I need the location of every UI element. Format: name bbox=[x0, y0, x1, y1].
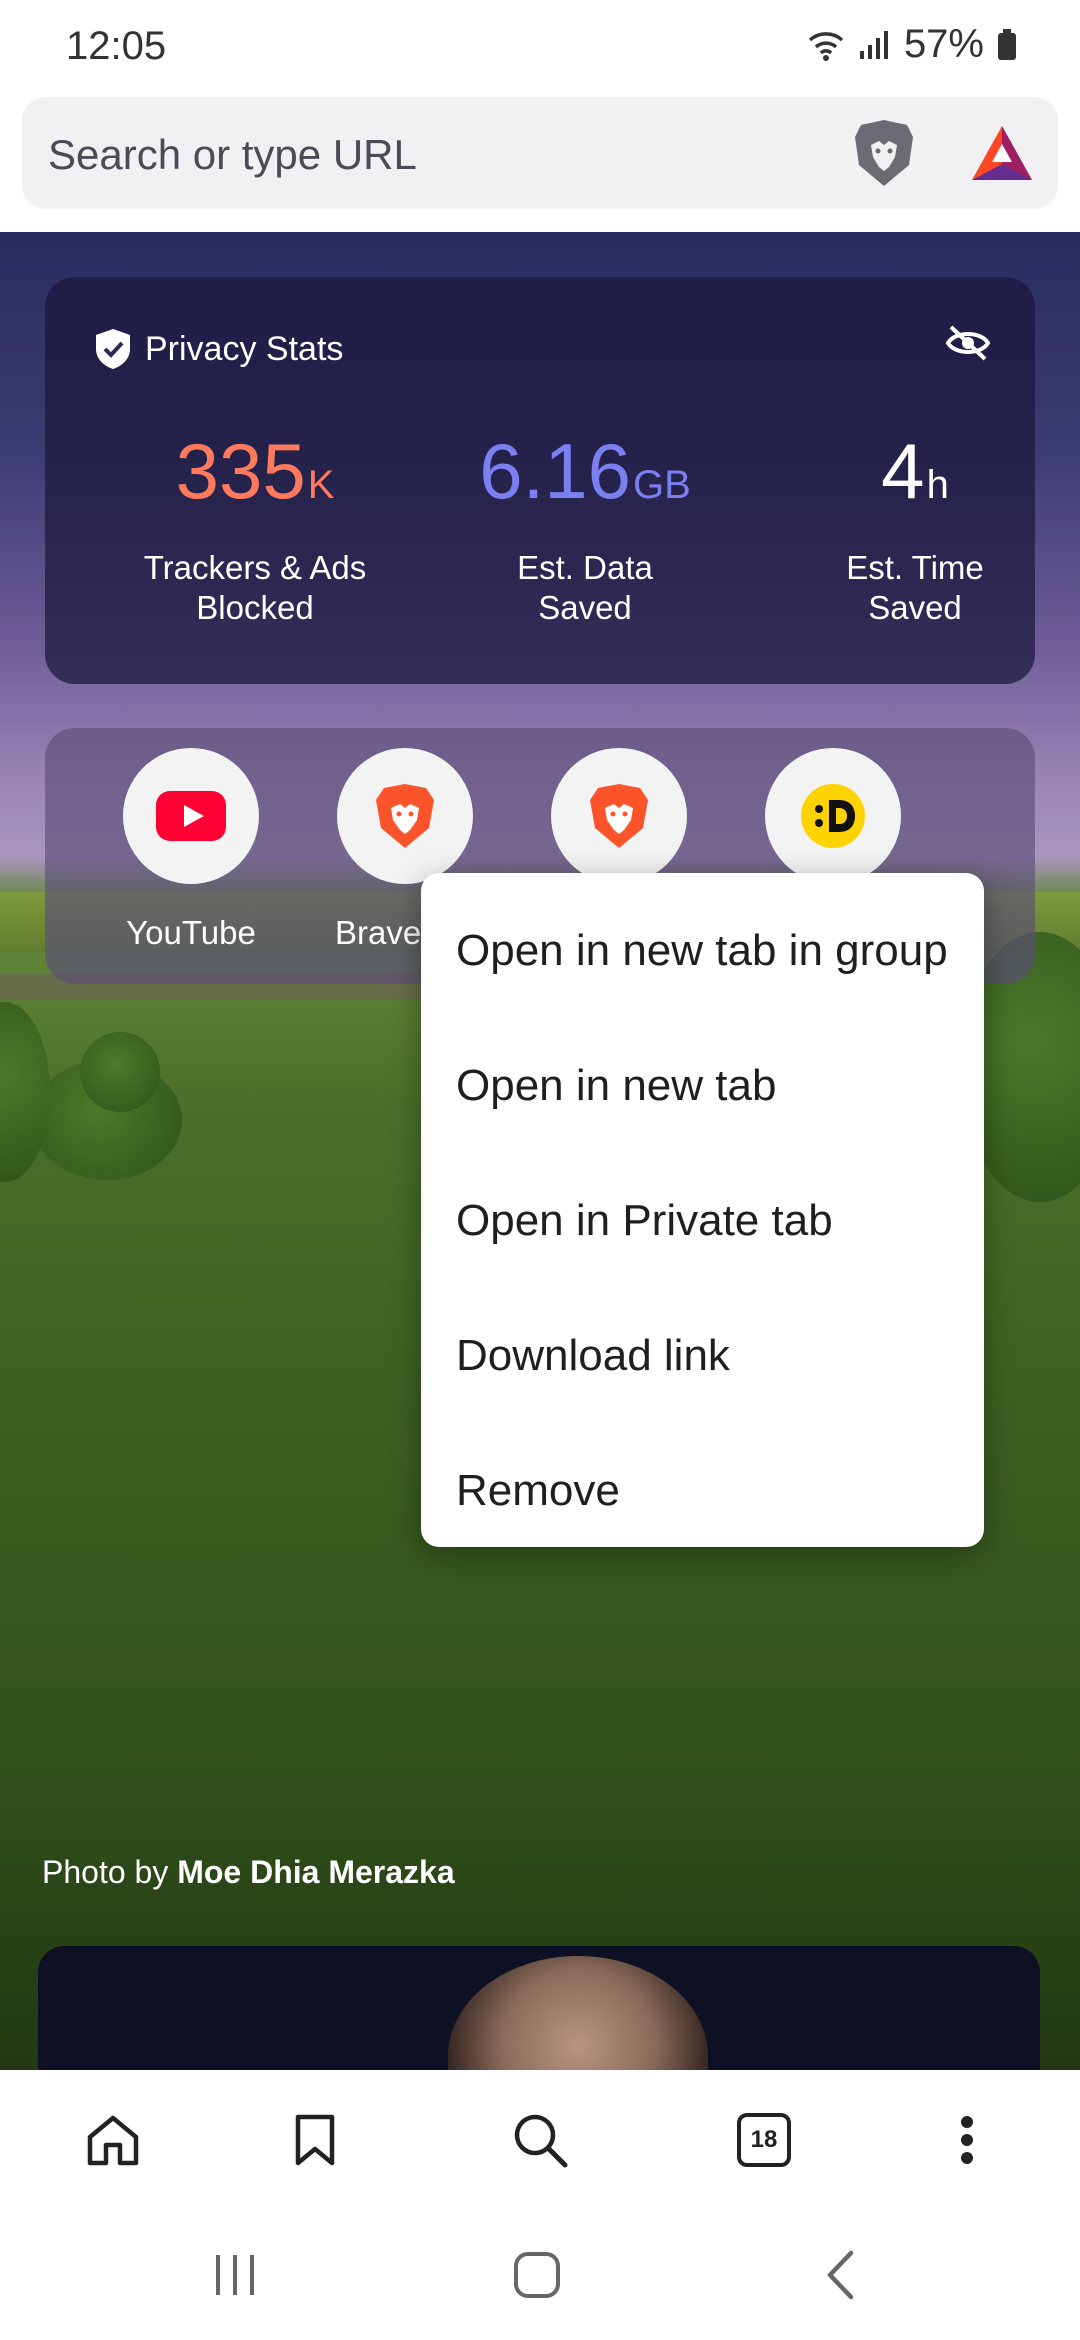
privacy-stats-card[interactable]: Privacy Stats 335 K Trackers & Ads Blocke… bbox=[45, 277, 1035, 684]
bookmarks-button[interactable] bbox=[265, 2090, 365, 2190]
privacy-stats-header: Privacy Stats bbox=[93, 327, 343, 371]
stat-trackers-blocked: 335 K Trackers & Ads Blocked bbox=[90, 432, 420, 628]
home-icon bbox=[87, 2115, 139, 2166]
url-input[interactable]: Search or type URL bbox=[48, 131, 417, 179]
battery-icon bbox=[998, 28, 1016, 60]
brave-lion-icon bbox=[590, 784, 648, 848]
stat-label: Est. Time Saved bbox=[846, 549, 984, 626]
shield-check-icon bbox=[96, 329, 130, 369]
system-nav-bar bbox=[0, 2205, 1080, 2340]
context-menu: Open in new tab in group Open in new tab… bbox=[421, 873, 984, 1547]
stat-number: 335 bbox=[175, 427, 306, 515]
photo-credit-prefix: Photo by bbox=[42, 1854, 178, 1890]
top-site-brave-2[interactable] bbox=[519, 748, 719, 884]
back-button[interactable] bbox=[780, 2230, 900, 2320]
battery-percent: 57% bbox=[903, 22, 984, 66]
more-vert-icon bbox=[961, 2116, 973, 2164]
stat-value: 6.16 GB bbox=[420, 432, 750, 510]
brave-lion-icon bbox=[376, 784, 434, 848]
stat-number: 6.16 bbox=[479, 427, 631, 515]
bookmark-icon bbox=[295, 2114, 335, 2166]
privacy-stats-title: Privacy Stats bbox=[145, 329, 344, 368]
status-time: 12:05 bbox=[66, 24, 167, 68]
tab-count: 18 bbox=[737, 2113, 791, 2167]
home-button[interactable] bbox=[63, 2090, 163, 2190]
home-nav-icon bbox=[514, 2252, 560, 2298]
search-icon bbox=[514, 2114, 568, 2168]
stat-value: 335 K bbox=[90, 432, 420, 510]
menu-button[interactable] bbox=[917, 2090, 1017, 2190]
hide-stats-button[interactable] bbox=[945, 323, 991, 368]
youtube-icon bbox=[156, 791, 226, 841]
news-card-image bbox=[448, 1956, 708, 2070]
status-icons: 57% bbox=[806, 22, 1018, 67]
dlive-icon bbox=[801, 784, 865, 848]
stat-number: 4 bbox=[881, 427, 925, 515]
stat-time-saved: 4h Est. Time Saved bbox=[750, 432, 1080, 628]
home-nav-button[interactable] bbox=[477, 2230, 597, 2320]
brave-shields-button[interactable] bbox=[824, 105, 944, 201]
site-tile bbox=[337, 748, 473, 884]
stat-unit: K bbox=[307, 463, 335, 507]
stat-label: Trackers & Ads Blocked bbox=[143, 549, 367, 626]
site-tile bbox=[123, 748, 259, 884]
brave-shield-icon bbox=[855, 120, 913, 186]
bottom-toolbar: 18 bbox=[0, 2070, 1080, 2205]
stat-value: 4h bbox=[750, 432, 1080, 510]
signal-icon bbox=[859, 30, 888, 59]
search-button[interactable] bbox=[490, 2090, 590, 2190]
address-bar-container: Search or type URL bbox=[0, 95, 1080, 232]
brave-rewards-button[interactable] bbox=[952, 105, 1052, 201]
menu-download-link[interactable]: Download link bbox=[421, 1288, 984, 1423]
recent-apps-button[interactable] bbox=[175, 2230, 295, 2320]
background-tree bbox=[80, 1032, 160, 1112]
back-icon bbox=[827, 2250, 854, 2300]
site-tile bbox=[765, 748, 901, 884]
bat-rewards-icon bbox=[972, 126, 1032, 180]
tabs-button[interactable]: 18 bbox=[714, 2090, 814, 2190]
photo-credit-author: Moe Dhia Merazka bbox=[177, 1854, 455, 1890]
menu-open-new-tab[interactable]: Open in new tab bbox=[421, 1018, 984, 1153]
stat-data-saved: 6.16 GB Est. Data Saved bbox=[420, 432, 750, 628]
wifi-icon bbox=[808, 31, 844, 61]
status-bar: 12:05 57% bbox=[0, 0, 1080, 95]
photo-credit[interactable]: Photo by Moe Dhia Merazka bbox=[42, 1854, 455, 1891]
stat-unit: GB bbox=[633, 463, 691, 507]
site-label: YouTube bbox=[126, 914, 256, 951]
stat-label: Est. Data Saved bbox=[517, 549, 653, 626]
background-tree bbox=[0, 1002, 50, 1182]
top-site-youtube[interactable]: YouTube bbox=[91, 748, 291, 952]
stat-unit: h bbox=[926, 463, 949, 507]
site-tile bbox=[551, 748, 687, 884]
news-card[interactable] bbox=[38, 1946, 1040, 2070]
recent-apps-icon bbox=[216, 2255, 254, 2295]
menu-open-new-tab-in-group[interactable]: Open in new tab in group bbox=[421, 883, 984, 1018]
url-bar[interactable]: Search or type URL bbox=[22, 97, 1058, 209]
menu-remove[interactable]: Remove bbox=[421, 1423, 984, 1558]
eye-off-icon bbox=[945, 325, 991, 361]
top-site-dlive[interactable] bbox=[733, 748, 933, 884]
menu-open-private-tab[interactable]: Open in Private tab bbox=[421, 1153, 984, 1288]
